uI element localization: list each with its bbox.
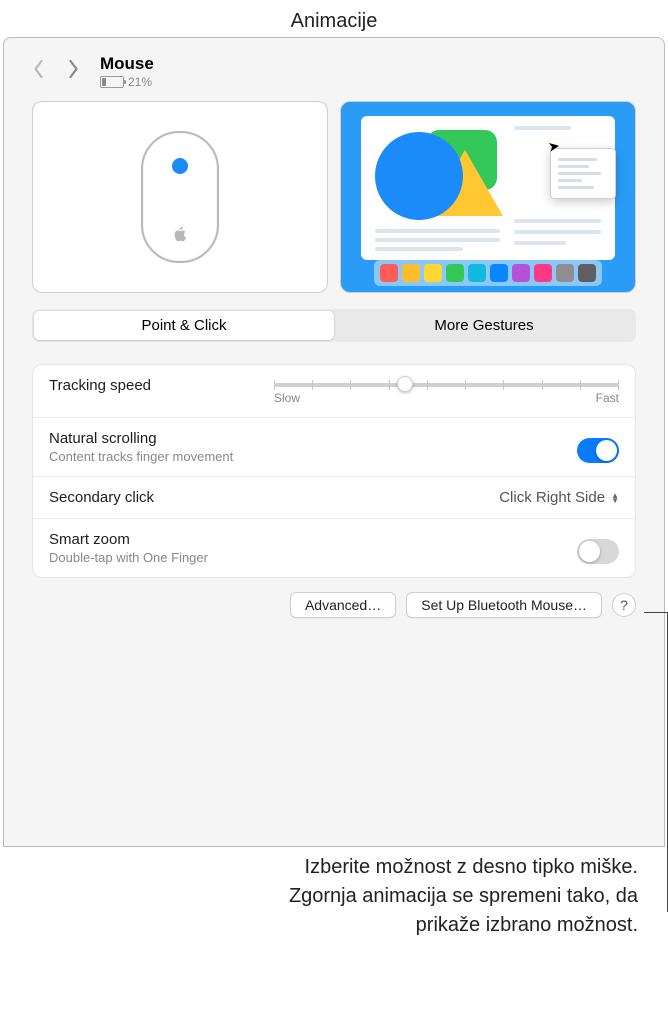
dock-item xyxy=(512,264,530,282)
preferences-window: Mouse 21% xyxy=(3,37,665,847)
apple-logo-icon xyxy=(173,226,187,246)
sub-smart-zoom: Double-tap with One Finger xyxy=(49,550,208,565)
switch-natural-scrolling[interactable] xyxy=(577,438,619,463)
dock-item xyxy=(402,264,420,282)
dock-item xyxy=(578,264,596,282)
row-secondary-click: Secondary click Click Right Side ▲▼ xyxy=(33,477,635,519)
label-secondary-click: Secondary click xyxy=(49,489,154,506)
row-smart-zoom: Smart zoom Double-tap with One Finger xyxy=(33,519,635,577)
label-natural-scrolling: Natural scrolling xyxy=(49,430,233,447)
dock-item xyxy=(446,264,464,282)
dock-item xyxy=(556,264,574,282)
page-title: Mouse xyxy=(100,54,154,74)
desktop-animation-preview: ➤ xyxy=(340,101,636,293)
context-menu xyxy=(550,148,616,199)
forward-button[interactable] xyxy=(67,59,80,84)
setup-bluetooth-button[interactable]: Set Up Bluetooth Mouse… xyxy=(406,592,602,618)
annotation-bottom: Izberite možnost z desno tipko miške. Zg… xyxy=(0,847,668,958)
mouse-animation-preview xyxy=(32,101,328,293)
nav-arrows xyxy=(32,59,80,84)
slider-min-label: Slow xyxy=(274,391,300,405)
tabs: Point & Click More Gestures xyxy=(32,309,636,342)
window-header: Mouse 21% xyxy=(4,38,664,101)
row-natural-scrolling: Natural scrolling Content tracks finger … xyxy=(33,418,635,477)
slider-max-label: Fast xyxy=(596,391,619,405)
dock xyxy=(374,260,602,286)
annotation-top: Animacije xyxy=(0,0,668,37)
row-tracking-speed: Tracking speed Slow Fast xyxy=(33,365,635,418)
switch-smart-zoom[interactable] xyxy=(577,539,619,564)
label-smart-zoom: Smart zoom xyxy=(49,531,208,548)
sub-natural-scrolling: Content tracks finger movement xyxy=(49,449,233,464)
settings-list: Tracking speed Slow Fast xyxy=(32,364,636,578)
dock-item xyxy=(490,264,508,282)
back-button[interactable] xyxy=(32,59,45,84)
mouse-illustration xyxy=(141,131,219,263)
battery-percent: 21% xyxy=(128,75,152,89)
dock-item xyxy=(424,264,442,282)
advanced-button[interactable]: Advanced… xyxy=(290,592,396,618)
tracking-speed-slider[interactable]: Slow Fast xyxy=(274,377,619,405)
updown-icon: ▲▼ xyxy=(611,493,619,503)
battery-icon xyxy=(100,76,124,88)
tab-point-click[interactable]: Point & Click xyxy=(34,311,334,340)
cursor-icon: ➤ xyxy=(547,137,562,156)
dock-item xyxy=(468,264,486,282)
popup-secondary-click[interactable]: Click Right Side ▲▼ xyxy=(499,489,619,506)
battery-status: 21% xyxy=(100,75,154,89)
tab-more-gestures[interactable]: More Gestures xyxy=(334,311,634,340)
popup-value: Click Right Side xyxy=(499,489,605,506)
help-button[interactable]: ? xyxy=(612,593,636,617)
label-tracking-speed: Tracking speed xyxy=(49,377,151,394)
dock-item xyxy=(380,264,398,282)
dock-item xyxy=(534,264,552,282)
